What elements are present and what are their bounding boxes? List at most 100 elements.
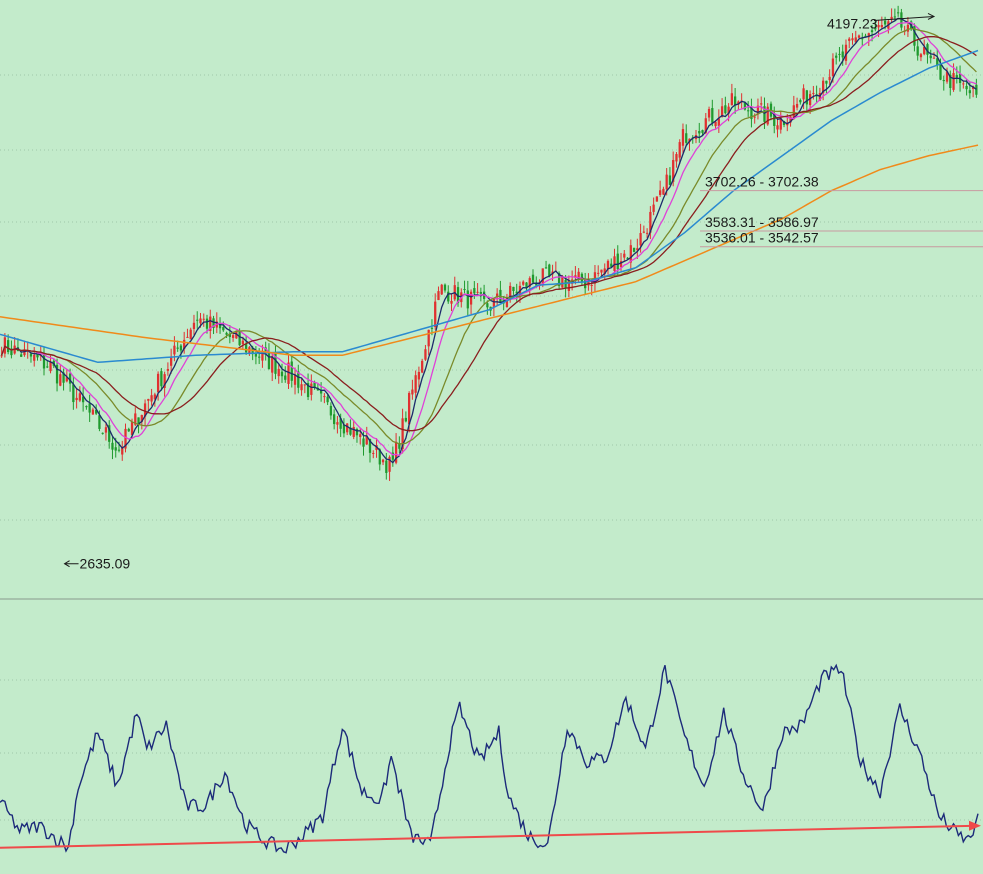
candle-body-69	[225, 332, 228, 335]
trendline-arrowhead	[969, 820, 981, 831]
candle-body-83	[271, 356, 274, 373]
candle-body-59	[192, 322, 196, 329]
candle-body-281	[916, 46, 919, 56]
candle-body-111	[362, 438, 365, 447]
candle-body-204	[665, 174, 668, 190]
candle-body-74	[241, 340, 245, 345]
candle-body-198	[645, 232, 649, 234]
candle-body-163	[531, 274, 535, 283]
candle-body-202	[659, 190, 662, 195]
candle-body-55	[179, 345, 183, 351]
candle-body-128	[417, 371, 421, 380]
candle-body-247	[805, 90, 808, 105]
candle-body-160	[522, 281, 525, 285]
candle-body-95	[310, 383, 313, 395]
candle-body-200	[652, 204, 655, 212]
grid-lines	[0, 74, 983, 821]
candle-body-244	[795, 103, 799, 108]
candle-body-183	[597, 272, 600, 274]
oscillator-panel	[0, 663, 981, 854]
candle-body-146	[476, 291, 479, 293]
candle-body-82	[267, 352, 271, 370]
candle-body-197	[642, 231, 645, 233]
candle-body-245	[799, 100, 802, 103]
candle-body-207	[675, 154, 678, 162]
candle-body-6	[20, 354, 23, 357]
candle-body-27	[88, 403, 91, 413]
candle-body-297	[968, 90, 971, 94]
ma120-line	[0, 144, 979, 357]
candle-body-261	[851, 38, 854, 41]
candle-body-15	[49, 361, 52, 372]
annot-label-1: 2635.09	[80, 556, 131, 572]
candle-body-24	[78, 393, 82, 401]
candle-body-274	[893, 16, 897, 18]
candle-body-37	[121, 447, 124, 455]
candle-body-188	[613, 256, 616, 271]
candle-body-130	[424, 349, 427, 360]
candle-body-258	[841, 51, 844, 58]
candle-body-263	[857, 35, 861, 38]
candle-body-48	[156, 373, 160, 393]
candle-body-1	[3, 337, 7, 354]
candle-body-18	[59, 374, 62, 386]
candle-body-125	[407, 393, 411, 425]
candle-body-145	[473, 288, 476, 294]
annot-arrow-1	[63, 560, 79, 568]
candle-body-229	[747, 110, 750, 112]
candle-body-57	[186, 336, 189, 338]
candle-body-260	[848, 38, 851, 41]
candle-body-269	[877, 24, 880, 28]
candle-body-293	[955, 75, 958, 78]
candle-body-85	[277, 368, 280, 377]
candle-body-257	[838, 53, 841, 55]
candle-body-189	[616, 253, 619, 270]
candle-body-136	[443, 284, 447, 291]
candle-body-172	[561, 276, 564, 288]
candle-body-295	[962, 83, 965, 85]
candle-body-167	[544, 267, 548, 269]
candle-body-124	[404, 417, 408, 422]
candle-body-13	[42, 354, 46, 369]
candle-body-215	[701, 130, 704, 133]
candle-body-62	[202, 318, 205, 320]
candle-body-93	[303, 384, 306, 386]
candle-body-271	[883, 20, 887, 25]
candle-body-238	[776, 125, 779, 130]
price-line-label-1: 3583.31 - 3586.97	[705, 214, 819, 230]
candle-body-60	[196, 319, 199, 321]
candle-body-209	[681, 129, 685, 146]
moving-average-lines	[0, 17, 979, 464]
candle-body-110	[359, 434, 362, 438]
candle-body-10	[33, 354, 36, 361]
candle-body-46	[150, 395, 153, 402]
ma30-line	[0, 36, 977, 432]
candle-body-299	[975, 84, 978, 95]
ma10-line	[0, 21, 977, 457]
candle-body-292	[952, 72, 955, 90]
candle-body-117	[381, 459, 385, 463]
candle-body-256	[835, 55, 838, 58]
candle-body-99	[323, 396, 326, 398]
candle-body-286	[932, 57, 936, 59]
candle-body-36	[117, 449, 121, 451]
candle-body-135	[440, 284, 443, 295]
candle-body-26	[85, 406, 88, 408]
candle-body-133	[434, 301, 437, 328]
candle-body-31	[101, 432, 104, 434]
price-line-label-0: 3702.26 - 3702.38	[705, 174, 819, 190]
candle-body-34	[111, 442, 114, 450]
candle-body-102	[333, 414, 336, 425]
candle-body-100	[326, 396, 329, 403]
candle-body-285	[929, 55, 932, 59]
candle-body-138	[450, 300, 453, 304]
annot-label-0: 4197.23	[827, 15, 878, 31]
candle-body-214	[698, 130, 701, 134]
candle-body-49	[160, 371, 163, 387]
candle-body-92	[300, 384, 303, 391]
candle-body-217	[707, 109, 711, 118]
candle-body-278	[906, 24, 910, 32]
candle-body-205	[668, 175, 672, 185]
candle-body-71	[231, 335, 235, 338]
candle-body-219	[714, 121, 717, 127]
